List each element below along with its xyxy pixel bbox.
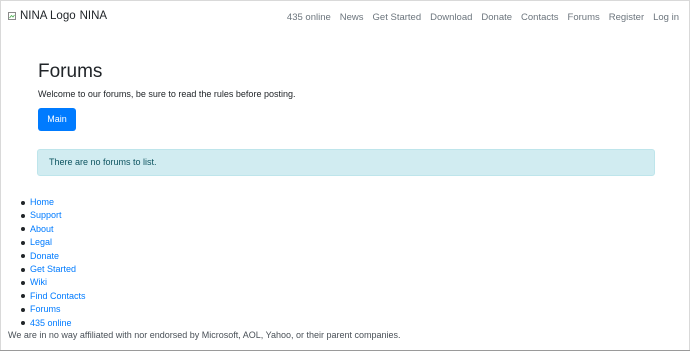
nav-link-contacts[interactable]: Contacts [521,12,559,23]
nav-link-news[interactable]: News [340,12,364,23]
footer-link-find-contacts[interactable]: Find Contacts [30,291,86,301]
footer-link-get-started[interactable]: Get Started [30,264,76,274]
list-item: Support [21,209,86,222]
list-item: Donate [21,250,86,263]
list-item: Find Contacts [21,290,86,303]
nav-link-log-in[interactable]: Log in [653,12,679,23]
footer-disclaimer: We are in no way affiliated with nor end… [8,330,401,340]
footer-link-donate[interactable]: Donate [30,251,59,261]
footer-link-forums[interactable]: Forums [30,304,61,314]
nav-link-donate[interactable]: Donate [481,12,512,23]
main-button[interactable]: Main [38,108,76,131]
nav-link-register[interactable]: Register [609,12,644,23]
footer-link-legal[interactable]: Legal [30,237,52,247]
navbar: NINA Logo NINA 435 online News Get Start… [0,0,690,34]
nav-link-get-started[interactable]: Get Started [373,12,422,23]
nav-link-download[interactable]: Download [430,12,472,23]
nav-link-online-count[interactable]: 435 online [287,12,331,23]
list-item: Wiki [21,276,86,289]
broken-image-icon [8,11,16,20]
no-forums-alert: There are no forums to list. [37,149,655,176]
list-item: 435 online [21,317,86,330]
brand-name: NINA [79,10,108,22]
welcome-text: Welcome to our forums, be sure to read t… [38,89,296,99]
brand-logo-alt-text: NINA Logo [20,10,76,22]
nav-links: 435 online News Get Started Download Don… [287,12,679,23]
nav-link-forums[interactable]: Forums [568,12,600,23]
footer-link-about[interactable]: About [30,224,54,234]
footer-link-online-count[interactable]: 435 online [30,318,72,328]
list-item: Get Started [21,263,86,276]
list-item: Legal [21,236,86,249]
page-title: Forums [38,61,103,82]
list-item: Forums [21,303,86,316]
brand-link[interactable]: NINA Logo NINA [8,10,107,22]
footer-link-wiki[interactable]: Wiki [30,277,47,287]
window-border-left [0,0,1,351]
footer-link-home[interactable]: Home [30,197,54,207]
footer-link-support[interactable]: Support [30,210,62,220]
forums-header: Forums Welcome to our forums, be sure to… [38,61,658,131]
footer-links: Home Support About Legal Donate Get Star… [21,196,86,330]
list-item: Home [21,196,86,209]
list-item: About [21,223,86,236]
